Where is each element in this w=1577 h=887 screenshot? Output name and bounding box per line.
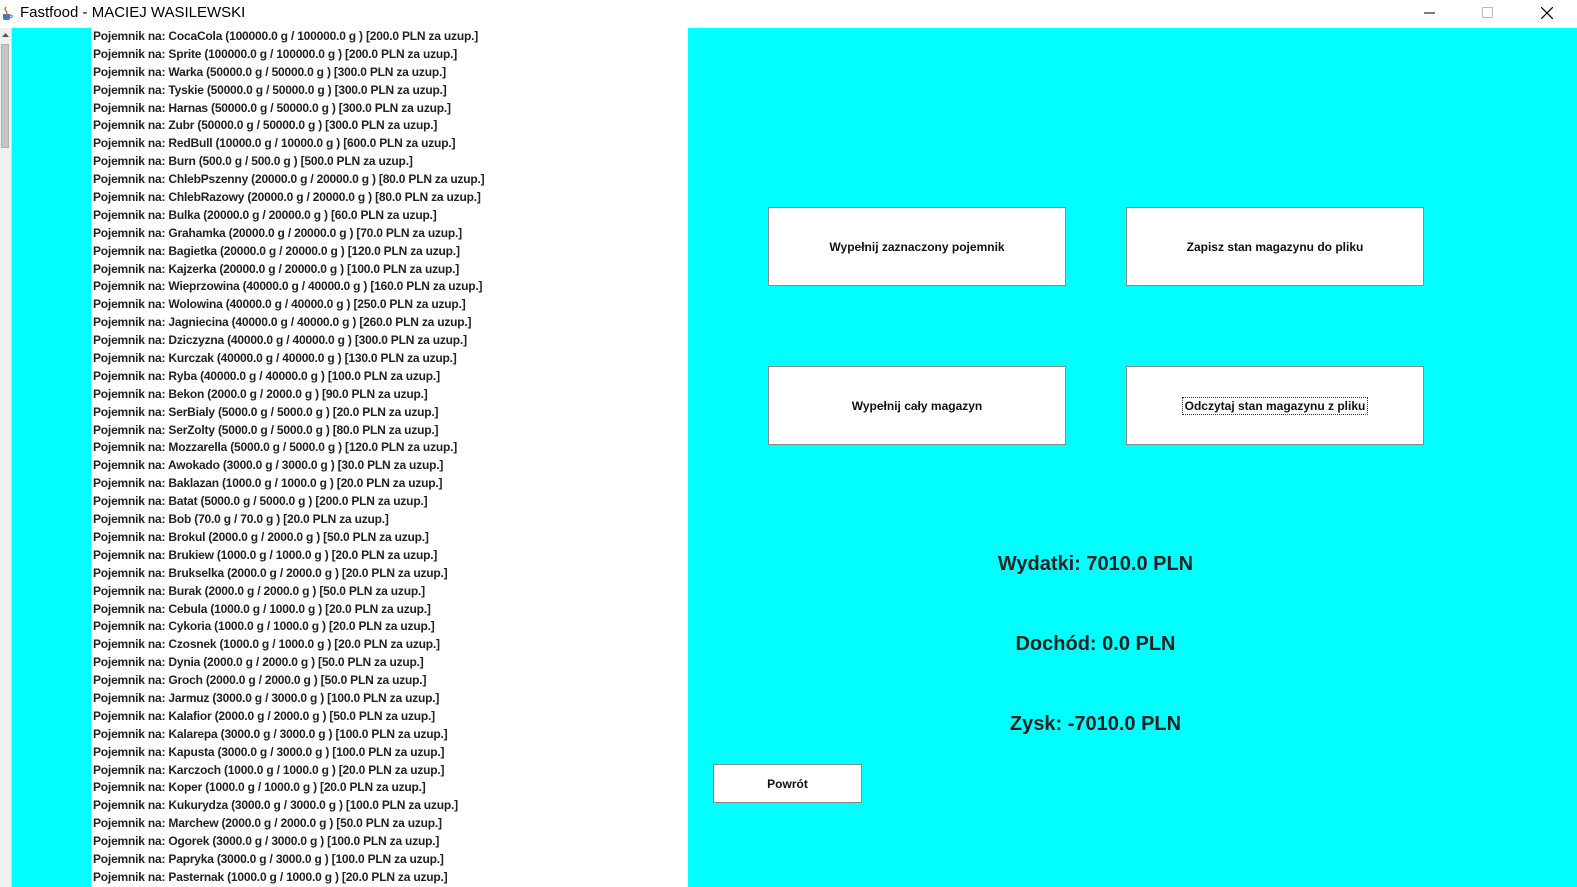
list-item[interactable]: Pojemnik na: Kapusta (3000.0 g / 3000.0 … bbox=[91, 744, 688, 762]
java-cup-icon bbox=[3, 6, 13, 20]
list-item[interactable]: Pojemnik na: Kukurydza (3000.0 g / 3000.… bbox=[91, 797, 688, 815]
list-item[interactable]: Pojemnik na: Brukiew (1000.0 g / 1000.0 … bbox=[91, 547, 688, 565]
list-item[interactable]: Pojemnik na: Sprite (100000.0 g / 100000… bbox=[91, 46, 688, 64]
list-item[interactable]: Pojemnik na: CocaCola (100000.0 g / 1000… bbox=[91, 28, 688, 46]
list-item[interactable]: Pojemnik na: Pasternak (1000.0 g / 1000.… bbox=[91, 869, 688, 887]
close-button[interactable] bbox=[1524, 0, 1570, 27]
list-item[interactable]: Pojemnik na: Dynia (2000.0 g / 2000.0 g … bbox=[91, 654, 688, 672]
arrow-up-icon[interactable] bbox=[0, 28, 11, 42]
maximize-button[interactable] bbox=[1465, 0, 1511, 27]
fill-all-button[interactable]: Wypełnij cały magazyn bbox=[768, 366, 1066, 445]
vertical-scrollbar[interactable] bbox=[0, 28, 12, 887]
maximize-icon bbox=[1482, 7, 1493, 18]
list-item[interactable]: Pojemnik na: Bekon (2000.0 g / 2000.0 g … bbox=[91, 386, 688, 404]
minimize-icon bbox=[1424, 12, 1435, 14]
back-label: Powrót bbox=[767, 776, 808, 791]
list-item[interactable]: Pojemnik na: Papryka (3000.0 g / 3000.0 … bbox=[91, 851, 688, 869]
save-to-file-button[interactable]: Zapisz stan magazynu do pliku bbox=[1126, 207, 1424, 286]
read-from-file-button[interactable]: Odczytaj stan magazynu z pliku bbox=[1126, 366, 1424, 445]
list-item[interactable]: Pojemnik na: RedBull (10000.0 g / 10000.… bbox=[91, 135, 688, 153]
main-content: Pojemnik na: CocaCola (100000.0 g / 1000… bbox=[0, 28, 1577, 887]
container-list[interactable]: Pojemnik na: CocaCola (100000.0 g / 1000… bbox=[91, 28, 688, 887]
list-item[interactable]: Pojemnik na: Czosnek (1000.0 g / 1000.0 … bbox=[91, 636, 688, 654]
list-item[interactable]: Pojemnik na: Jarmuz (3000.0 g / 3000.0 g… bbox=[91, 690, 688, 708]
list-item[interactable]: Pojemnik na: Cykoria (1000.0 g / 1000.0 … bbox=[91, 618, 688, 636]
list-item[interactable]: Pojemnik na: Marchew (2000.0 g / 2000.0 … bbox=[91, 815, 688, 833]
control-panel: Wypełnij zaznaczony pojemnik Zapisz stan… bbox=[688, 28, 1577, 887]
read-from-file-label: Odczytaj stan magazynu z pliku bbox=[1181, 396, 1369, 415]
list-item[interactable]: Pojemnik na: ChlebRazowy (20000.0 g / 20… bbox=[91, 189, 688, 207]
list-item[interactable]: Pojemnik na: Kalarepa (3000.0 g / 3000.0… bbox=[91, 726, 688, 744]
list-item[interactable]: Pojemnik na: Mozzarella (5000.0 g / 5000… bbox=[91, 439, 688, 457]
list-item[interactable]: Pojemnik na: Bagietka (20000.0 g / 20000… bbox=[91, 243, 688, 261]
expenses-label: Wydatki: 7010.0 PLN bbox=[997, 553, 1194, 575]
list-item[interactable]: Pojemnik na: Brokul (2000.0 g / 2000.0 g… bbox=[91, 529, 688, 547]
list-item[interactable]: Pojemnik na: Jagniecina (40000.0 g / 400… bbox=[91, 314, 688, 332]
list-item[interactable]: Pojemnik na: Tyskie (50000.0 g / 50000.0… bbox=[91, 82, 688, 100]
list-item[interactable]: Pojemnik na: ChlebPszenny (20000.0 g / 2… bbox=[91, 171, 688, 189]
list-item[interactable]: Pojemnik na: Ogorek (3000.0 g / 3000.0 g… bbox=[91, 833, 688, 851]
list-item[interactable]: Pojemnik na: Grahamka (20000.0 g / 20000… bbox=[91, 225, 688, 243]
list-item[interactable]: Pojemnik na: Kajzerka (20000.0 g / 20000… bbox=[91, 261, 688, 279]
list-item[interactable]: Pojemnik na: Harnas (50000.0 g / 50000.0… bbox=[91, 100, 688, 118]
list-item[interactable]: Pojemnik na: Kalafior (2000.0 g / 2000.0… bbox=[91, 708, 688, 726]
close-icon bbox=[1541, 7, 1553, 19]
fill-selected-label: Wypełnij zaznaczony pojemnik bbox=[829, 239, 1005, 254]
title-bar: Fastfood - MACIEJ WASILEWSKI bbox=[0, 0, 1577, 27]
list-item[interactable]: Pojemnik na: Wieprzowina (40000.0 g / 40… bbox=[91, 278, 688, 296]
left-margin-panel bbox=[12, 28, 91, 887]
list-item[interactable]: Pojemnik na: Kurczak (40000.0 g / 40000.… bbox=[91, 350, 688, 368]
list-item[interactable]: Pojemnik na: Warka (50000.0 g / 50000.0 … bbox=[91, 64, 688, 82]
list-item[interactable]: Pojemnik na: Dziczyzna (40000.0 g / 4000… bbox=[91, 332, 688, 350]
list-item[interactable]: Pojemnik na: Cebula (1000.0 g / 1000.0 g… bbox=[91, 601, 688, 619]
list-item[interactable]: Pojemnik na: Wolowina (40000.0 g / 40000… bbox=[91, 296, 688, 314]
list-item[interactable]: Pojemnik na: Karczoch (1000.0 g / 1000.0… bbox=[91, 762, 688, 780]
list-item[interactable]: Pojemnik na: SerBialy (5000.0 g / 5000.0… bbox=[91, 404, 688, 422]
list-item[interactable]: Pojemnik na: Zubr (50000.0 g / 50000.0 g… bbox=[91, 117, 688, 135]
list-item[interactable]: Pojemnik na: Brukselka (2000.0 g / 2000.… bbox=[91, 565, 688, 583]
save-to-file-label: Zapisz stan magazynu do pliku bbox=[1186, 239, 1364, 254]
list-item[interactable]: Pojemnik na: Koper (1000.0 g / 1000.0 g … bbox=[91, 779, 688, 797]
list-item[interactable]: Pojemnik na: Ryba (40000.0 g / 40000.0 g… bbox=[91, 368, 688, 386]
income-label: Dochód: 0.0 PLN bbox=[1015, 633, 1176, 655]
fill-selected-button[interactable]: Wypełnij zaznaczony pojemnik bbox=[768, 207, 1066, 286]
list-item[interactable]: Pojemnik na: Bulka (20000.0 g / 20000.0 … bbox=[91, 207, 688, 225]
fill-all-label: Wypełnij cały magazyn bbox=[851, 398, 983, 413]
window-title: Fastfood - MACIEJ WASILEWSKI bbox=[20, 4, 246, 21]
list-item[interactable]: Pojemnik na: Batat (5000.0 g / 5000.0 g … bbox=[91, 493, 688, 511]
list-item[interactable]: Pojemnik na: Bob (70.0 g / 70.0 g ) [20.… bbox=[91, 511, 688, 529]
scrollbar-thumb[interactable] bbox=[1, 44, 9, 148]
list-item[interactable]: Pojemnik na: Groch (2000.0 g / 2000.0 g … bbox=[91, 672, 688, 690]
minimize-button[interactable] bbox=[1407, 0, 1453, 27]
list-item[interactable]: Pojemnik na: Baklazan (1000.0 g / 1000.0… bbox=[91, 475, 688, 493]
list-item[interactable]: Pojemnik na: Burn (500.0 g / 500.0 g ) [… bbox=[91, 153, 688, 171]
list-item[interactable]: Pojemnik na: SerZolty (5000.0 g / 5000.0… bbox=[91, 422, 688, 440]
back-button[interactable]: Powrót bbox=[713, 764, 862, 803]
list-item[interactable]: Pojemnik na: Awokado (3000.0 g / 3000.0 … bbox=[91, 457, 688, 475]
list-item[interactable]: Pojemnik na: Burak (2000.0 g / 2000.0 g … bbox=[91, 583, 688, 601]
profit-label: Zysk: -7010.0 PLN bbox=[1009, 713, 1182, 735]
